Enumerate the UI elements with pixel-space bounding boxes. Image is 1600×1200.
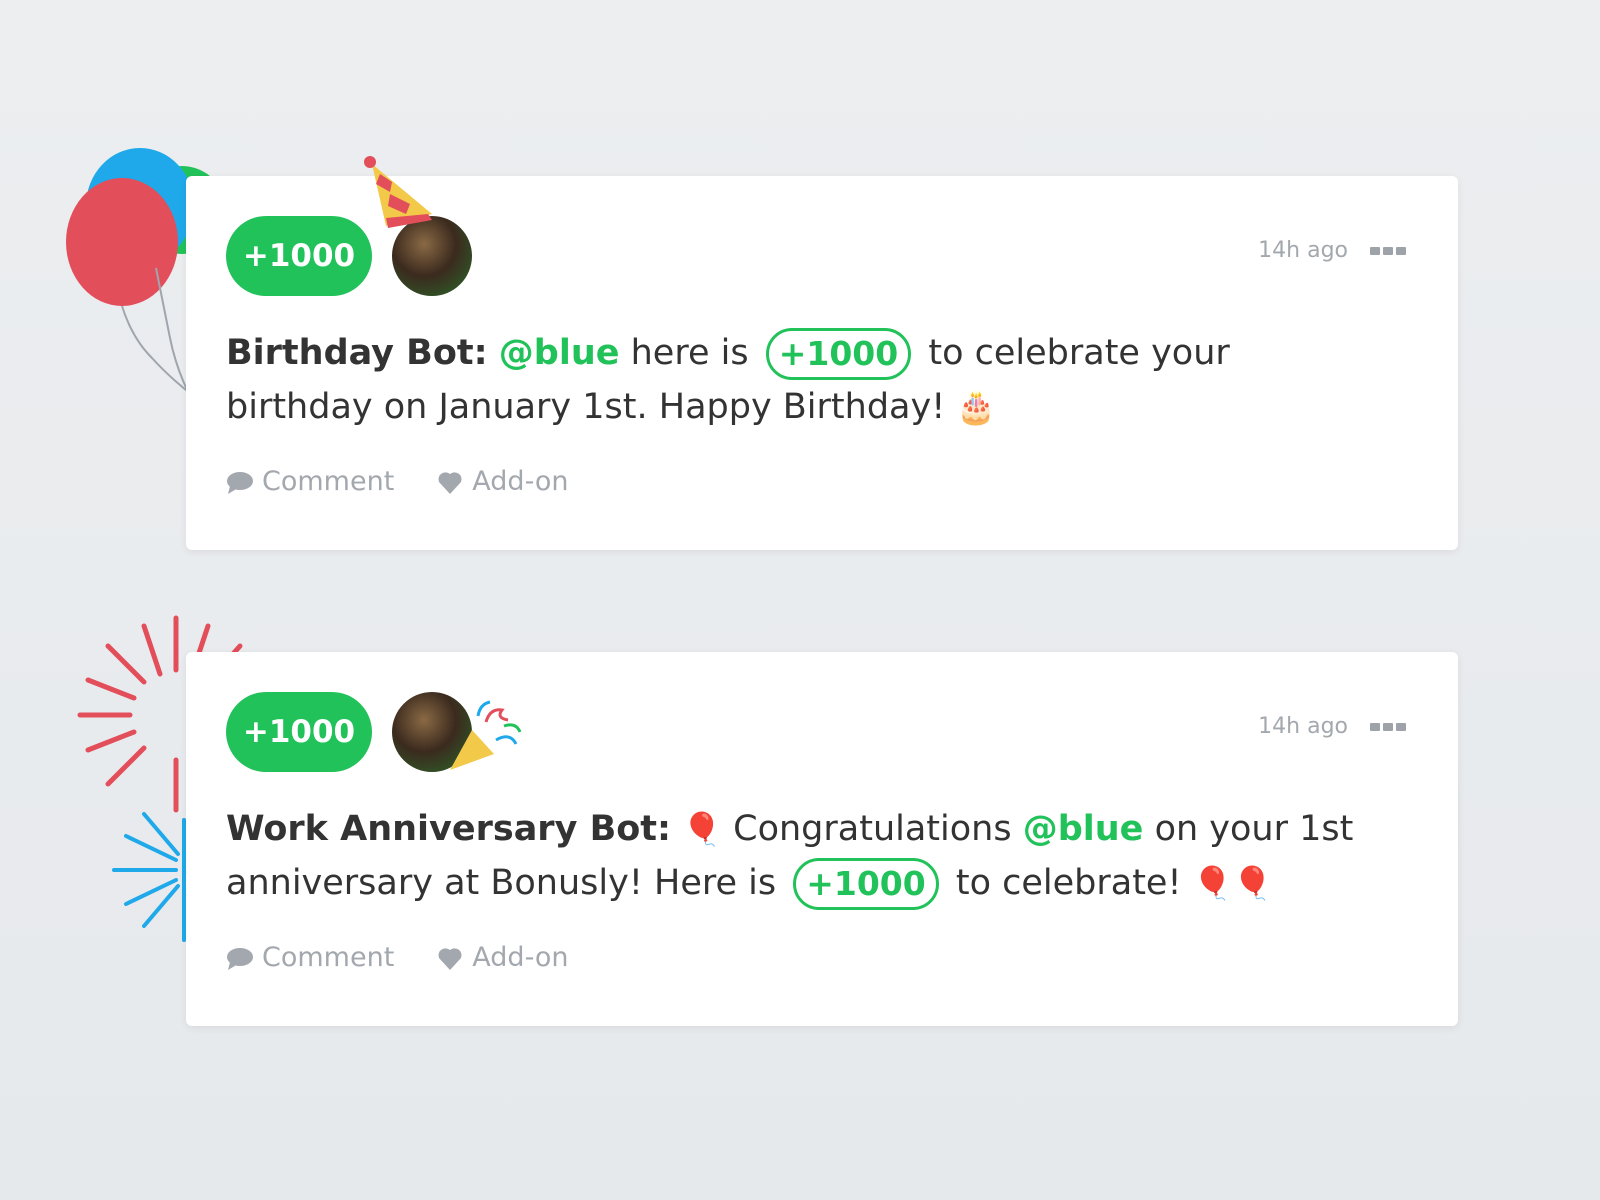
bot-name: Birthday Bot: [226,333,488,373]
post-actions: Comment Add-on [226,942,568,973]
comment-button[interactable]: Comment [226,466,394,497]
timestamp: 14h ago [1258,238,1348,263]
addon-label: Add-on [472,466,569,497]
cake-emoji: 🎂 [956,388,997,426]
comment-icon [227,947,253,970]
more-options-icon[interactable] [1370,722,1406,731]
message-text: to celebrate! [944,863,1193,903]
heart-icon [438,471,462,494]
post-message: Work Anniversary Bot: 🎈 Congratulations … [226,802,1386,910]
comment-label: Comment [262,466,395,497]
comment-label: Comment [262,942,395,973]
timestamp: 14h ago [1258,714,1348,739]
party-popper-icon [450,700,522,770]
balloon-emoji: 🎈 [682,810,723,848]
inline-points-badge: +1000 [793,858,939,910]
user-mention[interactable]: @blue [1023,809,1144,849]
message-text: Congratulations [722,809,1023,849]
anniversary-post-card: +1000 14h ago Work Anniversary Bot: 🎈 Co… [186,652,1458,1026]
comment-button[interactable]: Comment [226,942,394,973]
addon-button[interactable]: Add-on [436,942,568,973]
user-mention[interactable]: @blue [499,333,620,373]
message-text: here is [619,333,760,373]
more-options-icon[interactable] [1370,246,1406,255]
bot-name: Work Anniversary Bot: [226,809,672,849]
inline-points-badge: +1000 [765,328,912,380]
points-badge[interactable]: +1000 [226,692,372,772]
points-badge[interactable]: +1000 [226,216,372,296]
balloon-emoji: 🎈🎈 [1192,864,1273,902]
post-message: Birthday Bot: @blue here is +1000 to cel… [226,326,1386,434]
comment-icon [227,471,253,494]
heart-icon [438,947,462,970]
addon-button[interactable]: Add-on [436,466,568,497]
party-hat-icon [364,156,432,228]
addon-label: Add-on [472,942,569,973]
birthday-post-card: +1000 14h ago Birthday Bot: @blue here i… [186,156,1458,550]
post-actions: Comment Add-on [226,466,568,497]
